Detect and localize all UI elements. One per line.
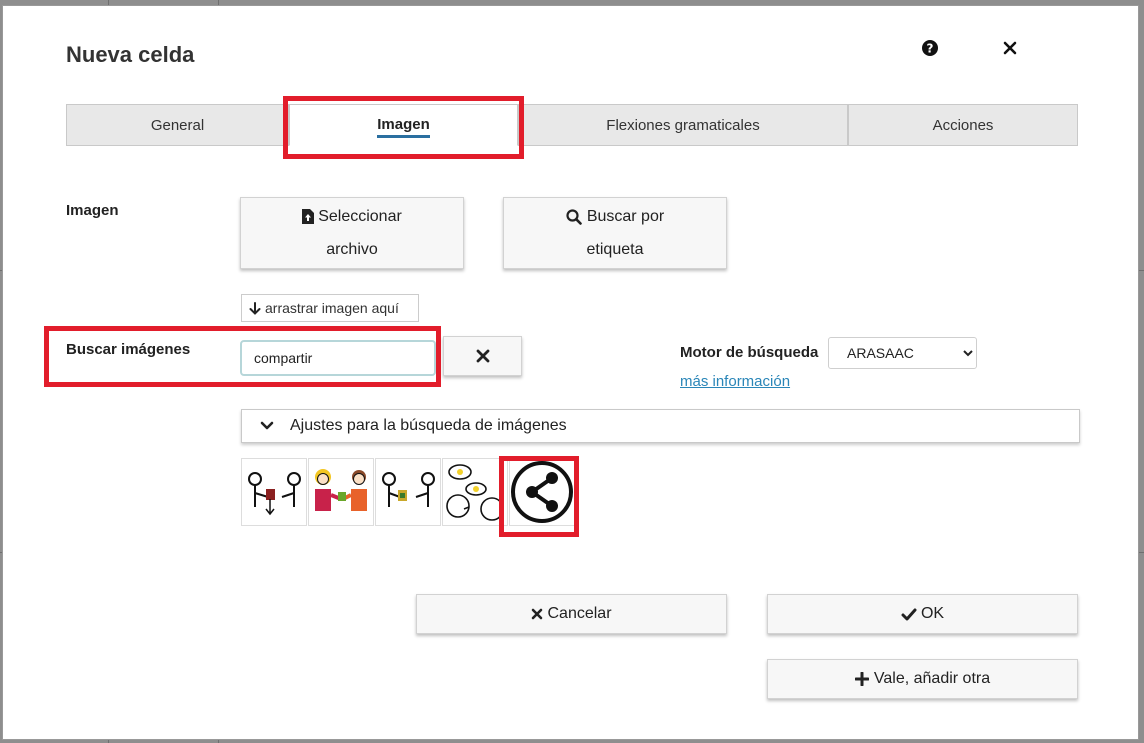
result-share-people[interactable]: [308, 458, 374, 526]
search-settings-toggle[interactable]: Ajustes para la búsqueda de imágenes: [241, 409, 1080, 443]
give-green-object-pictogram: [382, 472, 435, 507]
close-icon[interactable]: [1001, 39, 1019, 57]
more-info-link[interactable]: más información: [680, 373, 790, 390]
arrow-down-icon: [249, 301, 261, 315]
search-engine-label: Motor de búsqueda: [680, 344, 819, 361]
new-cell-dialog: Nueva celda ? General Imagen Flexiones g…: [2, 5, 1139, 740]
drag-image-drop-zone[interactable]: arrastrar imagen aquí: [241, 294, 419, 322]
search-icon: [566, 208, 582, 225]
file-upload-icon: [302, 209, 315, 224]
result-give-green-object[interactable]: [375, 458, 441, 526]
svg-text:?: ?: [927, 42, 934, 56]
share-symbol-pictogram: [511, 461, 573, 523]
times-icon: [532, 608, 543, 620]
tab-general[interactable]: General: [66, 104, 289, 146]
select-file-button[interactable]: Seleccionar archivo: [240, 197, 464, 269]
image-label: Imagen: [66, 202, 119, 219]
search-by-tag-button[interactable]: Buscar por etiqueta: [503, 197, 727, 269]
dialog-title: Nueva celda: [66, 42, 195, 67]
question-circle-icon[interactable]: ?: [921, 39, 939, 57]
search-images-input[interactable]: [240, 340, 436, 376]
add-another-button[interactable]: Vale, añadir otra: [767, 659, 1078, 699]
tab-imagen[interactable]: Imagen: [289, 104, 518, 146]
chevron-down-icon: [260, 421, 274, 430]
tab-grammatical-inflections[interactable]: Flexiones gramaticales: [518, 104, 848, 146]
result-give-object[interactable]: [241, 458, 307, 526]
tab-actions[interactable]: Acciones: [848, 104, 1078, 146]
share-people-color-pictogram: [315, 469, 367, 511]
share-ideas-pictogram: [446, 464, 504, 521]
cancel-button[interactable]: Cancelar: [416, 594, 727, 634]
ok-button[interactable]: OK: [767, 594, 1078, 634]
clear-search-button[interactable]: [443, 336, 522, 376]
tab-bar: General Imagen Flexiones gramaticales Ac…: [66, 104, 1078, 146]
check-icon: [901, 608, 917, 620]
times-icon: [476, 349, 489, 363]
give-object-pictogram: [248, 472, 301, 516]
search-images-label: Buscar imágenes: [66, 341, 191, 358]
search-engine-select[interactable]: ARASAAC: [828, 337, 977, 369]
result-share-symbol[interactable]: [509, 458, 575, 526]
plus-icon: [854, 672, 869, 686]
result-share-ideas[interactable]: [442, 458, 508, 526]
